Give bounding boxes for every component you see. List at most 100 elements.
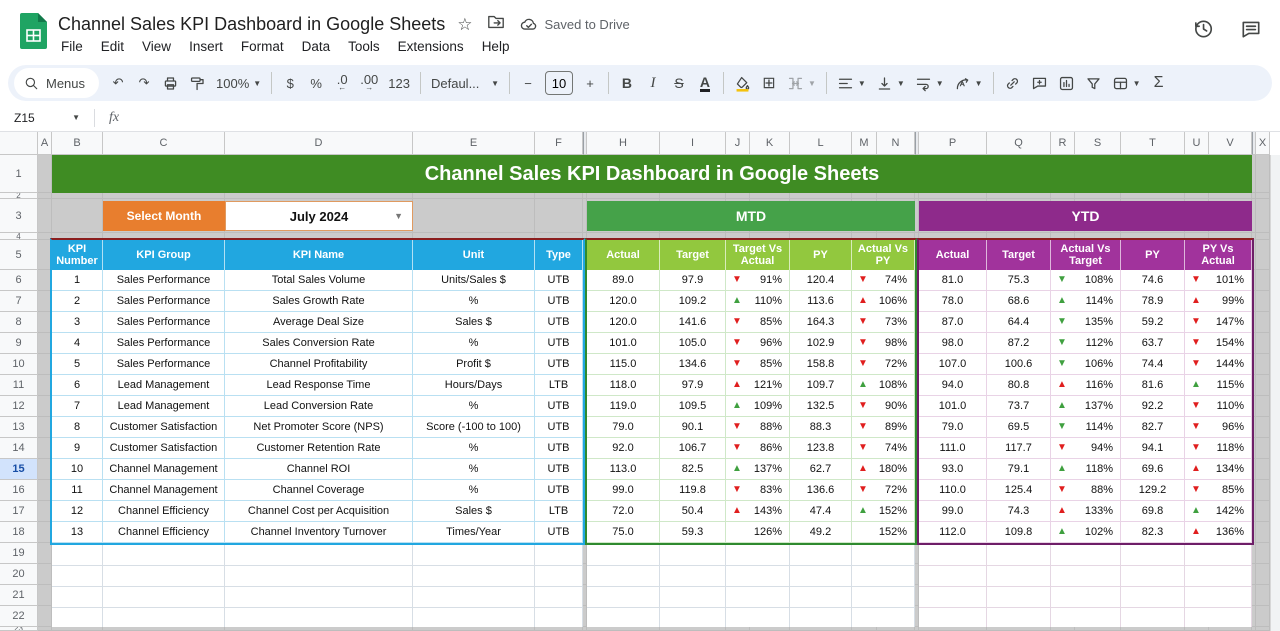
table-cell[interactable]: 9 — [52, 438, 103, 459]
empty-cell[interactable] — [587, 566, 660, 587]
italic-button[interactable]: I — [640, 69, 666, 97]
table-cell[interactable]: Sales Performance — [103, 312, 225, 333]
empty-cell[interactable] — [919, 545, 987, 566]
row-header-8[interactable]: 8 — [0, 312, 38, 333]
menu-view[interactable]: View — [133, 36, 180, 57]
table-cell[interactable]: ▲152% — [852, 501, 915, 522]
font-size-increase-button[interactable]: + — [577, 69, 603, 97]
table-cell[interactable]: 79.1 — [987, 459, 1051, 480]
redo-button[interactable]: ↷ — [131, 69, 157, 97]
empty-cell[interactable] — [1121, 566, 1185, 587]
table-cell[interactable]: 92.2 — [1121, 396, 1185, 417]
table-cell[interactable]: ▲180% — [852, 459, 915, 480]
empty-cell[interactable] — [103, 608, 225, 627]
table-cell[interactable]: 69.6 — [1121, 459, 1185, 480]
table-cell[interactable]: ▲106% — [852, 291, 915, 312]
row-header-9[interactable]: 9 — [0, 333, 38, 354]
table-cell[interactable]: 120.0 — [587, 312, 660, 333]
table-cell[interactable]: Sales Growth Rate — [225, 291, 413, 312]
undo-button[interactable]: ↶ — [105, 69, 131, 97]
table-cell[interactable]: ▲137% — [1051, 396, 1121, 417]
table-cell[interactable]: ▼94% — [1051, 438, 1121, 459]
table-cell[interactable]: ▼101% — [1185, 270, 1252, 291]
empty-cell[interactable] — [790, 608, 852, 627]
table-cell[interactable]: ▲121% — [726, 375, 790, 396]
table-cell[interactable]: 5 — [52, 354, 103, 375]
table-cell[interactable]: 93.0 — [919, 459, 987, 480]
table-cell[interactable]: ▼112% — [1051, 333, 1121, 354]
table-cell[interactable]: UTB — [535, 270, 583, 291]
table-cell[interactable]: 68.6 — [987, 291, 1051, 312]
table-cell[interactable]: ▲99% — [1185, 291, 1252, 312]
row-header-10[interactable]: 10 — [0, 354, 38, 375]
table-cell[interactable]: ▼83% — [726, 480, 790, 501]
star-icon[interactable]: ☆ — [457, 15, 472, 35]
table-cell[interactable]: Lead Response Time — [225, 375, 413, 396]
table-cell[interactable]: ▲108% — [852, 375, 915, 396]
table-cell[interactable]: Units/Sales $ — [413, 270, 535, 291]
table-cell[interactable]: ▼110% — [1185, 396, 1252, 417]
month-dropdown[interactable]: July 2024 ▼ — [225, 201, 413, 231]
table-cell[interactable]: 82.7 — [1121, 417, 1185, 438]
table-cell[interactable]: ▼144% — [1185, 354, 1252, 375]
merge-cells-button[interactable]: ▼ — [782, 69, 821, 97]
table-column-header[interactable]: Target Vs Actual — [726, 240, 790, 270]
column-header-F[interactable]: F — [535, 132, 583, 155]
table-cell[interactable]: 8 — [52, 417, 103, 438]
row-header-23[interactable]: 23 — [0, 627, 38, 631]
fill-color-button[interactable] — [729, 69, 756, 97]
table-cell[interactable]: 152% — [852, 522, 915, 543]
row-header-11[interactable]: 11 — [0, 375, 38, 396]
column-header-Q[interactable]: Q — [987, 132, 1051, 155]
table-cell[interactable]: ▲136% — [1185, 522, 1252, 543]
table-cell[interactable]: Customer Satisfaction — [103, 438, 225, 459]
empty-cell[interactable] — [535, 608, 583, 627]
empty-cell[interactable] — [852, 566, 915, 587]
table-cell[interactable]: Sales Performance — [103, 291, 225, 312]
table-cell[interactable]: 74.6 — [1121, 270, 1185, 291]
table-cell[interactable]: 79.0 — [919, 417, 987, 438]
insert-link-button[interactable] — [999, 69, 1026, 97]
column-header-L[interactable]: L — [790, 132, 852, 155]
vertical-scrollbar[interactable] — [1270, 155, 1280, 631]
font-selector[interactable]: Defaul...▼ — [426, 69, 504, 97]
table-cell[interactable]: 115.0 — [587, 354, 660, 375]
table-cell[interactable]: 62.7 — [790, 459, 852, 480]
empty-cell[interactable] — [987, 608, 1051, 627]
table-cell[interactable]: % — [413, 396, 535, 417]
table-cell[interactable]: 82.3 — [1121, 522, 1185, 543]
empty-cell[interactable] — [790, 545, 852, 566]
empty-cell[interactable] — [852, 545, 915, 566]
table-cell[interactable]: 92.0 — [587, 438, 660, 459]
table-column-header[interactable]: Target — [987, 240, 1051, 270]
number-format-button[interactable]: 123 — [383, 69, 415, 97]
table-cell[interactable]: ▼96% — [726, 333, 790, 354]
empty-cell[interactable] — [103, 545, 225, 566]
table-cell[interactable]: ▼108% — [1051, 270, 1121, 291]
empty-cell[interactable] — [535, 545, 583, 566]
table-cell[interactable]: 141.6 — [660, 312, 726, 333]
table-cell[interactable]: ▼114% — [1051, 417, 1121, 438]
table-column-header[interactable]: KPI Name — [225, 240, 413, 270]
empty-cell[interactable] — [1051, 545, 1121, 566]
column-header-D[interactable]: D — [225, 132, 413, 155]
table-cell[interactable]: 69.8 — [1121, 501, 1185, 522]
empty-cell[interactable] — [1051, 608, 1121, 627]
name-box[interactable]: Z15▼ — [0, 111, 88, 125]
empty-cell[interactable] — [987, 545, 1051, 566]
table-cell[interactable]: Customer Satisfaction — [103, 417, 225, 438]
table-cell[interactable]: ▼86% — [726, 438, 790, 459]
table-cell[interactable]: UTB — [535, 480, 583, 501]
empty-cell[interactable] — [852, 608, 915, 627]
empty-cell[interactable] — [919, 587, 987, 608]
table-cell[interactable]: Sales $ — [413, 501, 535, 522]
table-cell[interactable]: Sales Conversion Rate — [225, 333, 413, 354]
version-history-icon[interactable] — [1192, 18, 1214, 45]
column-header-N[interactable]: N — [877, 132, 915, 155]
table-cell[interactable]: 90.1 — [660, 417, 726, 438]
table-cell[interactable]: 113.0 — [587, 459, 660, 480]
empty-cell[interactable] — [987, 566, 1051, 587]
table-cell[interactable]: 158.8 — [790, 354, 852, 375]
column-header-P[interactable]: P — [919, 132, 987, 155]
bold-button[interactable]: B — [614, 69, 640, 97]
